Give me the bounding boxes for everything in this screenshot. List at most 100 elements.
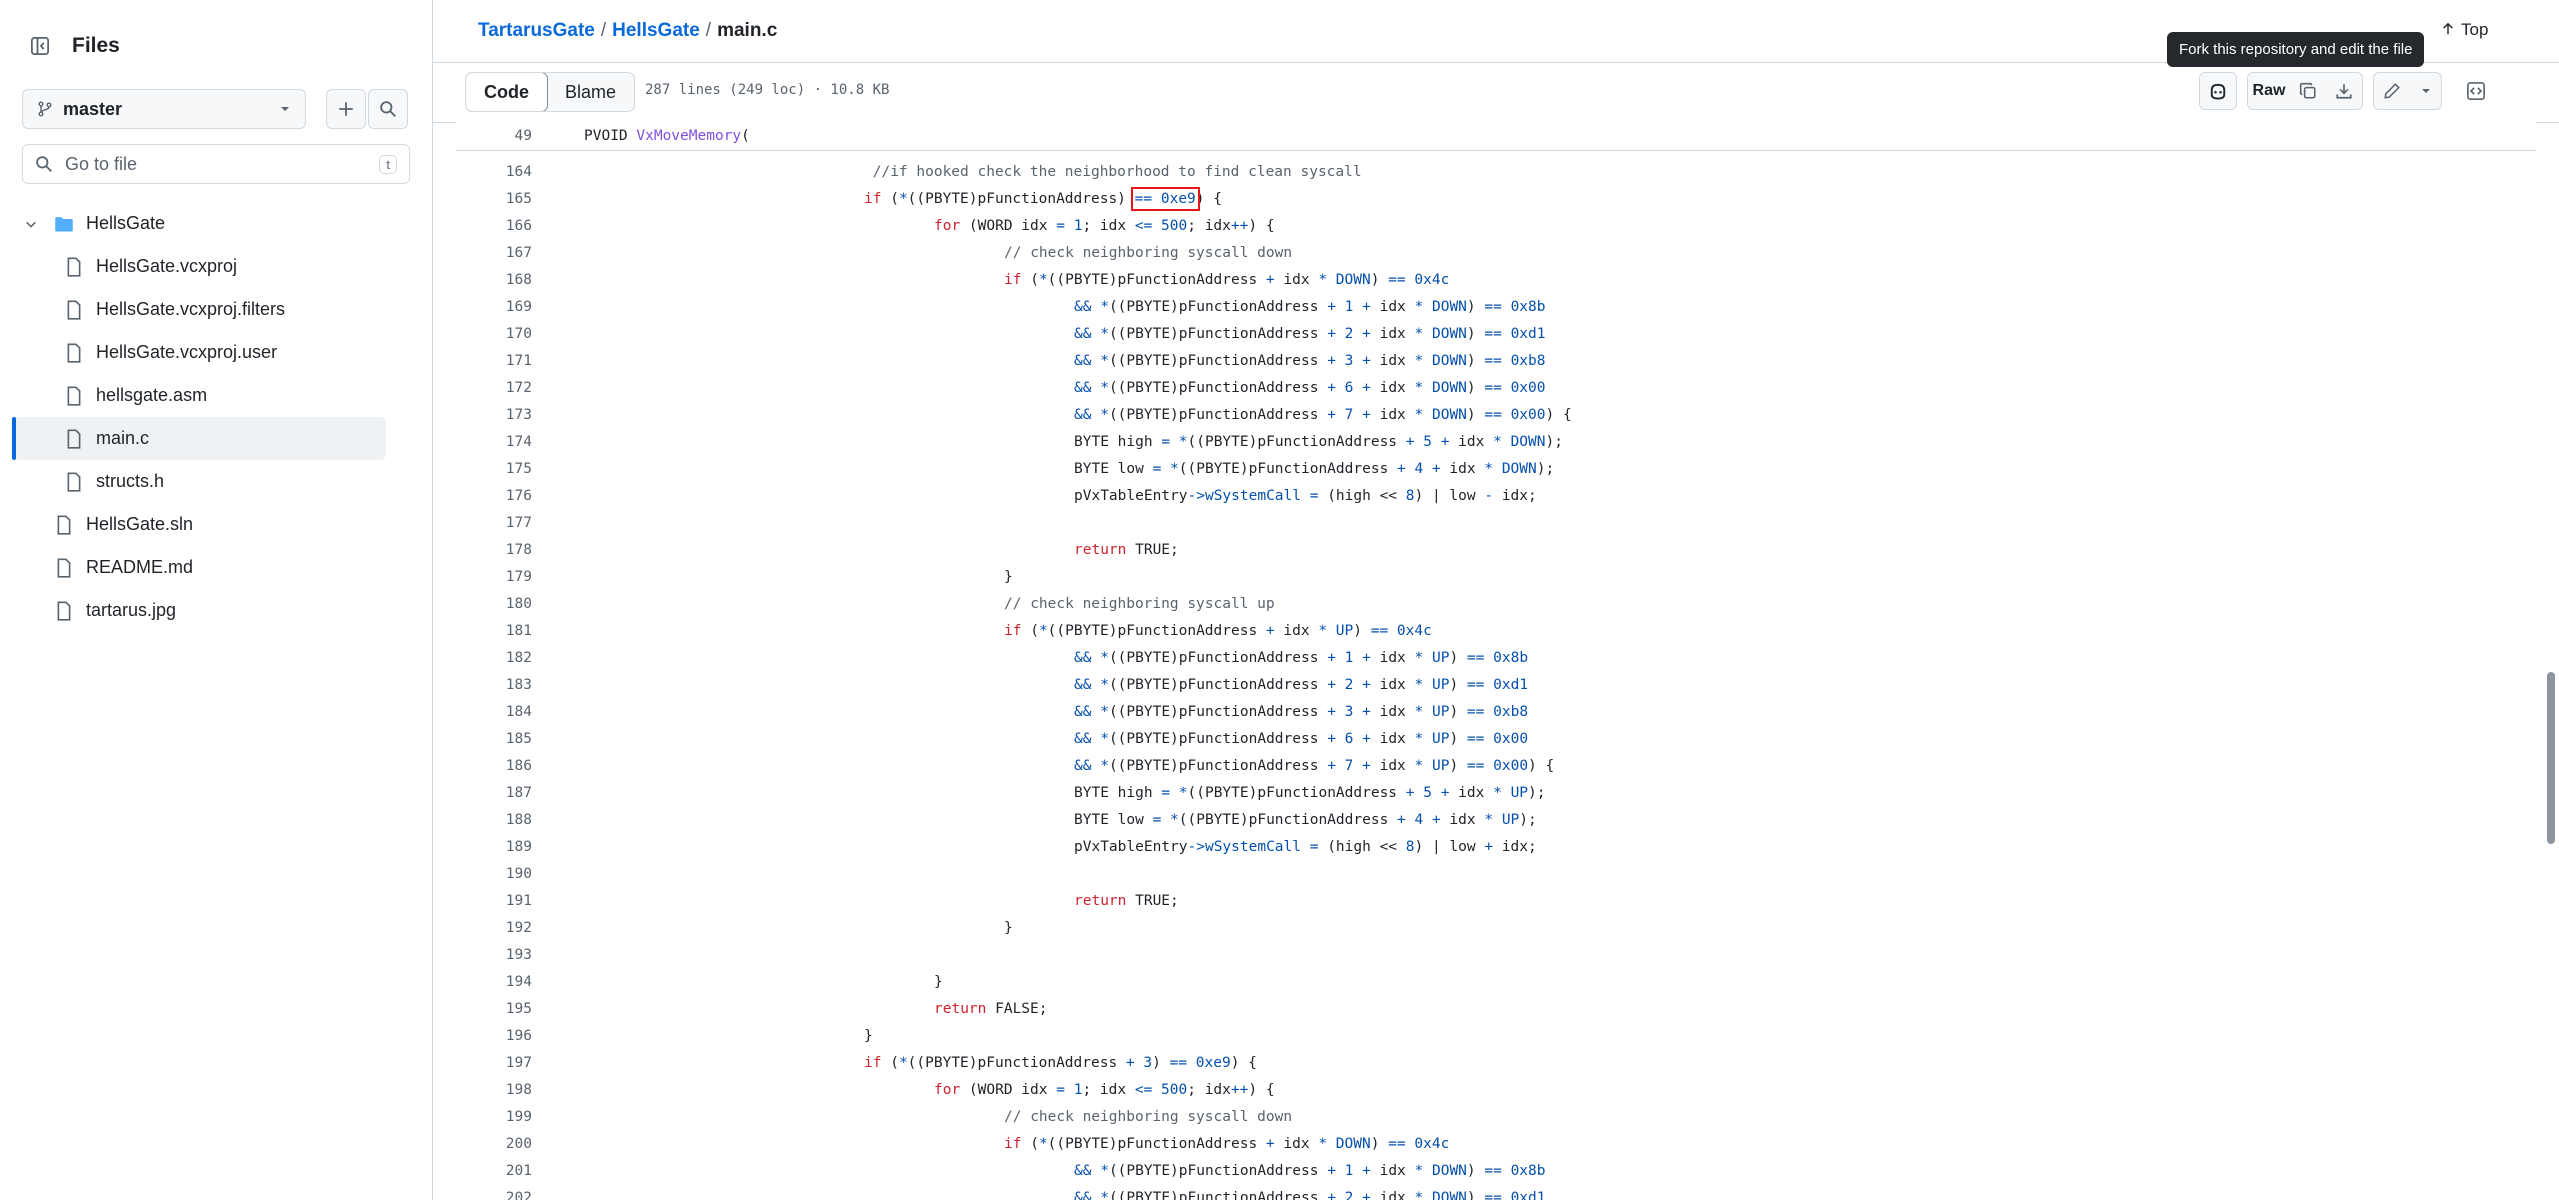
- branch-name: master: [63, 98, 123, 119]
- tab-blame[interactable]: Blame: [547, 73, 634, 111]
- line-number[interactable]: 170: [456, 326, 532, 342]
- code-view: 49 PVOID VxMoveMemory( 164 //if hooked c…: [456, 122, 2536, 1200]
- line-number[interactable]: 180: [456, 596, 532, 612]
- line-number[interactable]: 176: [456, 488, 532, 504]
- plus-icon: [339, 102, 353, 116]
- code-text: && *((PBYTE)pFunctionAddress + 6 + idx *…: [1074, 379, 1546, 396]
- triangle-down-icon: [281, 107, 289, 111]
- line-number[interactable]: 179: [456, 569, 532, 585]
- line-number[interactable]: 177: [456, 515, 532, 531]
- tree-item-label: HellsGate: [86, 213, 166, 233]
- sidebar-collapse-icon: [31, 37, 49, 55]
- breadcrumb-folder-link[interactable]: HellsGate: [612, 20, 700, 41]
- line-number[interactable]: 171: [456, 353, 532, 369]
- code-line: 172 && *((PBYTE)pFunctionAddress + 6 + id…: [456, 374, 1572, 401]
- line-number[interactable]: 200: [456, 1136, 532, 1152]
- scrollbar-thumb[interactable]: [2547, 672, 2555, 844]
- line-number[interactable]: 193: [456, 947, 532, 963]
- line-number[interactable]: 186: [456, 758, 532, 774]
- tree-file-hellsgate-vcxproj-filters[interactable]: HellsGate.vcxproj.filters: [0, 288, 432, 331]
- code-line: 190: [456, 860, 1572, 887]
- copy-raw-button[interactable]: [2290, 72, 2326, 110]
- code-line: 178 return TRUE;: [456, 536, 1572, 563]
- sidebar-title: Files: [72, 34, 120, 57]
- line-number[interactable]: 168: [456, 272, 532, 288]
- line-number[interactable]: 201: [456, 1163, 532, 1179]
- sticky-function-header[interactable]: 49 PVOID VxMoveMemory(: [456, 122, 2536, 151]
- line-number[interactable]: 166: [456, 218, 532, 234]
- search-files-button[interactable]: [368, 89, 408, 129]
- code-line: 202 && *((PBYTE)pFunctionAddress + 2 + id…: [456, 1184, 1572, 1200]
- line-number[interactable]: 194: [456, 974, 532, 990]
- tab-code[interactable]: Code: [466, 73, 548, 111]
- tree-file-structs-h[interactable]: structs.h: [0, 460, 432, 503]
- line-number[interactable]: 198: [456, 1082, 532, 1098]
- branch-selector[interactable]: master: [22, 89, 306, 129]
- breadcrumb-separator: /: [705, 20, 712, 41]
- line-number[interactable]: 185: [456, 731, 532, 747]
- code-line: 196}: [456, 1022, 1572, 1049]
- tree-file-readme-md[interactable]: README.md: [0, 546, 432, 589]
- tree-item-label: HellsGate.vcxproj: [96, 256, 238, 276]
- top-button[interactable]: Top: [2441, 20, 2488, 40]
- line-number[interactable]: 175: [456, 461, 532, 477]
- download-raw-button[interactable]: [2325, 72, 2363, 110]
- code-line: 184 && *((PBYTE)pFunctionAddress + 3 + id…: [456, 698, 1572, 725]
- line-number[interactable]: 195: [456, 1001, 532, 1017]
- line-number[interactable]: 183: [456, 677, 532, 693]
- line-number[interactable]: 187: [456, 785, 532, 801]
- tree-file-hellsgate-asm[interactable]: hellsgate.asm: [0, 374, 432, 417]
- line-number[interactable]: 191: [456, 893, 532, 909]
- line-number[interactable]: 178: [456, 542, 532, 558]
- tree-file-hellsgate-sln[interactable]: HellsGate.sln: [0, 503, 432, 546]
- collapse-sidebar-button[interactable]: [22, 28, 58, 64]
- line-number[interactable]: 188: [456, 812, 532, 828]
- code-line: 193: [456, 941, 1572, 968]
- line-number[interactable]: 173: [456, 407, 532, 423]
- tree-folder-hellsgate[interactable]: HellsGate: [0, 202, 432, 245]
- line-number[interactable]: 184: [456, 704, 532, 720]
- line-number[interactable]: 169: [456, 299, 532, 315]
- code-text: && *((PBYTE)pFunctionAddress + 3 + idx *…: [1074, 703, 1529, 720]
- go-to-file-input[interactable]: Go to file t: [22, 144, 410, 184]
- add-file-button[interactable]: [326, 89, 366, 129]
- page-scrollbar[interactable]: [2543, 0, 2559, 1200]
- tree-file-tartarus-jpg[interactable]: tartarus.jpg: [0, 589, 432, 632]
- line-number[interactable]: 190: [456, 866, 532, 882]
- code-text: if (*((PBYTE)pFunctionAddress) == 0xe9) …: [864, 186, 1222, 211]
- line-number[interactable]: 196: [456, 1028, 532, 1044]
- file-tree: HellsGate HellsGate.vcxproj HellsGate.vc…: [0, 202, 432, 632]
- line-number[interactable]: 197: [456, 1055, 532, 1071]
- line-number[interactable]: 202: [456, 1190, 532, 1200]
- line-number[interactable]: 199: [456, 1109, 532, 1125]
- code-text: // check neighboring syscall up: [1004, 595, 1275, 612]
- code-line: 200 if (*((PBYTE)pFunctionAddress + idx *…: [456, 1130, 1572, 1157]
- tree-file-hellsgate-vcxproj-user[interactable]: HellsGate.vcxproj.user: [0, 331, 432, 374]
- code-line: 192}: [456, 914, 1572, 941]
- triangle-down-icon: [2421, 89, 2430, 93]
- code-line: 176 pVxTableEntry->wSystemCall = (high <<…: [456, 482, 1572, 509]
- line-number[interactable]: 164: [456, 164, 532, 180]
- edit-options-dropdown[interactable]: [2410, 72, 2442, 110]
- tree-file-main-c[interactable]: main.c: [12, 417, 386, 460]
- line-number[interactable]: 189: [456, 839, 532, 855]
- line-number[interactable]: 181: [456, 623, 532, 639]
- line-number[interactable]: 174: [456, 434, 532, 450]
- code-text: return TRUE;: [1074, 541, 1179, 558]
- edit-file-button[interactable]: [2373, 72, 2411, 110]
- code-text: && *((PBYTE)pFunctionAddress + 6 + idx *…: [1074, 730, 1529, 747]
- raw-button[interactable]: Raw: [2247, 72, 2291, 110]
- line-number[interactable]: 192: [456, 920, 532, 936]
- symbols-panel-button[interactable]: [2457, 72, 2495, 110]
- code-text: && *((PBYTE)pFunctionAddress + 2 + idx *…: [1074, 676, 1529, 693]
- code-text: pVxTableEntry->wSystemCall = (high << 8)…: [1074, 838, 1537, 855]
- breadcrumb-repo-link[interactable]: TartarusGate: [478, 20, 595, 41]
- line-number[interactable]: 165: [456, 191, 532, 207]
- tree-file-hellsgate-vcxproj[interactable]: HellsGate.vcxproj: [0, 245, 432, 288]
- line-number[interactable]: 172: [456, 380, 532, 396]
- file-meta-info: 287 lines (249 loc) · 10.8 KB: [645, 82, 890, 98]
- line-number[interactable]: 167: [456, 245, 532, 261]
- code-text: }: [1004, 568, 1013, 585]
- copilot-button[interactable]: [2199, 72, 2237, 110]
- line-number[interactable]: 182: [456, 650, 532, 666]
